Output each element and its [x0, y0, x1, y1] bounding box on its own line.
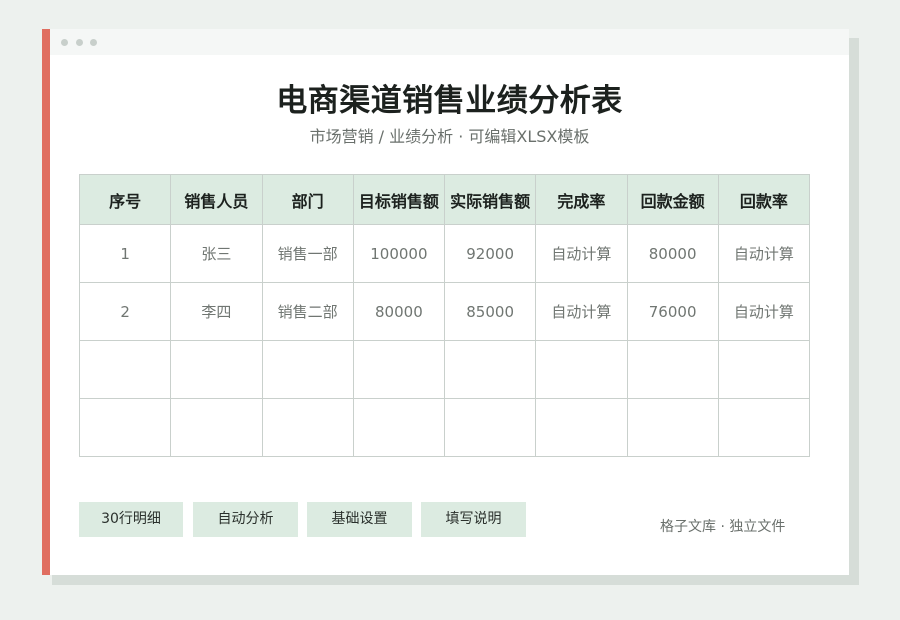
- table-cell[interactable]: 80000: [626, 224, 719, 283]
- header-cell-collection-rate: 回款率: [717, 174, 811, 225]
- table-cell[interactable]: [78, 340, 172, 399]
- footer-source-text: 格子文库 · 独立文件: [660, 519, 786, 535]
- table-row: [78, 398, 811, 457]
- basic-settings-button[interactable]: 基础设置: [307, 502, 412, 537]
- page-title: 电商渠道销售业绩分析表: [276, 83, 623, 119]
- table-cell[interactable]: [717, 340, 811, 399]
- table-cell[interactable]: [170, 398, 263, 457]
- table-cell[interactable]: 自动计算: [717, 224, 811, 283]
- table-cell[interactable]: 2: [78, 282, 172, 341]
- table-cell[interactable]: [626, 398, 719, 457]
- table-cell[interactable]: [443, 340, 537, 399]
- page-subtitle: 市场营销 / 业绩分析 · 可编辑XLSX模板: [309, 127, 590, 146]
- header-cell-collected-amount: 回款金额: [626, 174, 719, 225]
- table-cell[interactable]: 76000: [626, 282, 719, 341]
- table-cell[interactable]: [352, 340, 446, 399]
- header-cell-salesperson: 销售人员: [170, 174, 263, 225]
- table-cell[interactable]: [352, 398, 446, 457]
- table-cell[interactable]: [261, 398, 354, 457]
- window-dot-icon: [76, 39, 83, 46]
- sales-table: 序号 销售人员 部门 目标销售额 实际销售额 完成率 回款金额 回款率 1 张三…: [78, 174, 811, 457]
- table-cell[interactable]: [443, 398, 537, 457]
- auto-analysis-button[interactable]: 自动分析: [193, 502, 298, 537]
- detail-30-rows-button[interactable]: 30行明细: [79, 502, 183, 537]
- table-cell[interactable]: 自动计算: [535, 282, 628, 341]
- table-cell[interactable]: [261, 340, 354, 399]
- table-cell[interactable]: 自动计算: [717, 282, 811, 341]
- table-cell[interactable]: 销售一部: [261, 224, 354, 283]
- table-cell[interactable]: [717, 398, 811, 457]
- table-cell[interactable]: [535, 340, 628, 399]
- table-cell[interactable]: 张三: [170, 224, 263, 283]
- header-cell-department: 部门: [261, 174, 354, 225]
- table-cell[interactable]: [535, 398, 628, 457]
- header-cell-completion-rate: 完成率: [535, 174, 628, 225]
- table-header-row: 序号 销售人员 部门 目标销售额 实际销售额 完成率 回款金额 回款率: [78, 174, 811, 225]
- table-cell[interactable]: [626, 340, 719, 399]
- table-cell[interactable]: 自动计算: [535, 224, 628, 283]
- window-dot-icon: [61, 39, 68, 46]
- window-dot-icon: [90, 39, 97, 46]
- table-cell[interactable]: 85000: [443, 282, 537, 341]
- table-cell[interactable]: 销售二部: [261, 282, 354, 341]
- header-cell-index: 序号: [78, 174, 172, 225]
- table-row: 2 李四 销售二部 80000 85000 自动计算 76000 自动计算: [78, 282, 811, 341]
- table-row: 1 张三 销售一部 100000 92000 自动计算 80000 自动计算: [78, 224, 811, 283]
- fill-instructions-button[interactable]: 填写说明: [421, 502, 526, 537]
- table-cell[interactable]: 李四: [170, 282, 263, 341]
- table-cell[interactable]: 92000: [443, 224, 537, 283]
- window-titlebar: [50, 29, 849, 55]
- table-cell[interactable]: 100000: [352, 224, 446, 283]
- header-cell-target-sales: 目标销售额: [352, 174, 446, 225]
- table-cell[interactable]: 80000: [352, 282, 446, 341]
- table-cell[interactable]: [170, 340, 263, 399]
- document-card: 电商渠道销售业绩分析表 市场营销 / 业绩分析 · 可编辑XLSX模板 序号 销…: [42, 29, 849, 575]
- table-row: [78, 340, 811, 399]
- table-cell[interactable]: [78, 398, 172, 457]
- header-cell-actual-sales: 实际销售额: [443, 174, 537, 225]
- table-cell[interactable]: 1: [78, 224, 172, 283]
